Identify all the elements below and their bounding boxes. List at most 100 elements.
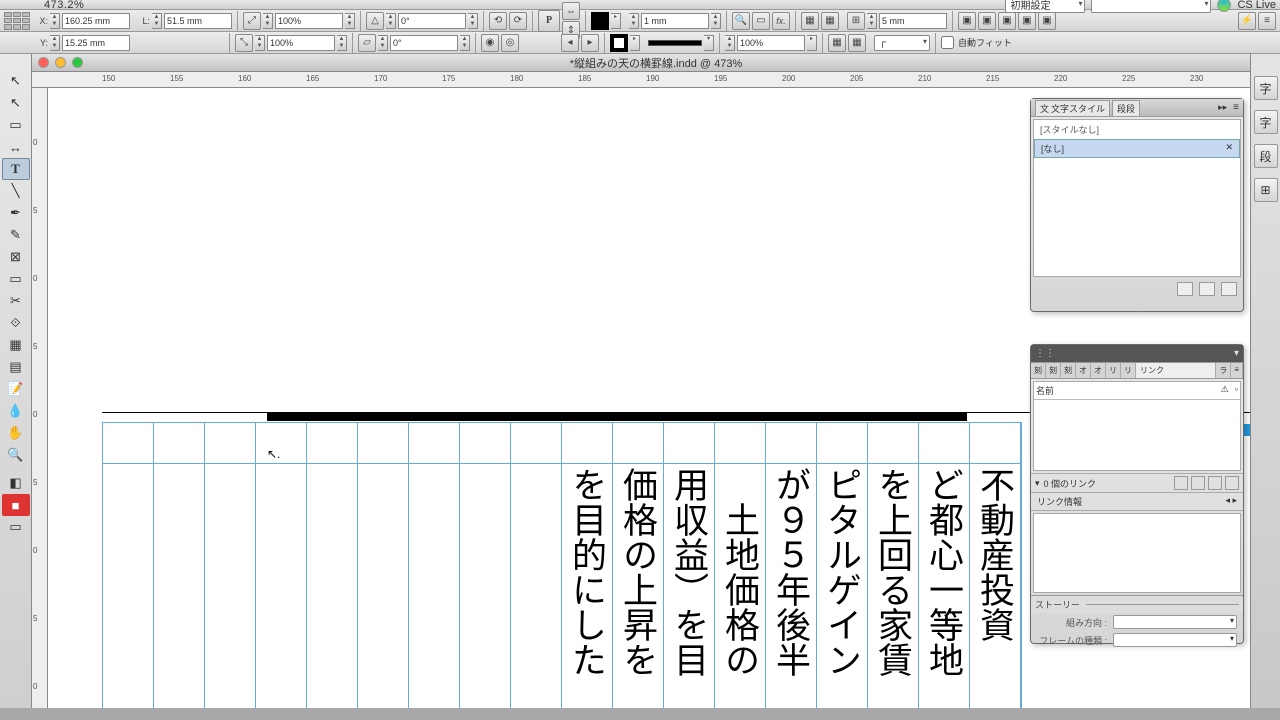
text-column[interactable] — [511, 423, 562, 708]
character-styles-panel[interactable]: 文 文字スタイル 段 段 ▸▸ ≡ [スタイルなし] [なし]✕ — [1030, 98, 1244, 312]
stroke-weight-field[interactable]: 1 mm — [641, 13, 709, 29]
length-field[interactable]: 51.5 mm — [164, 13, 232, 29]
goto-link-icon[interactable] — [1191, 476, 1205, 490]
pencil-tool[interactable]: ✎ — [2, 224, 30, 246]
text-column[interactable] — [205, 423, 256, 708]
select-next-icon[interactable]: ▸ — [581, 34, 599, 52]
search-dropdown[interactable] — [1091, 0, 1211, 13]
rotate-cw-icon[interactable]: ⟳ — [509, 12, 527, 30]
textwrap-shape-icon[interactable]: ▦ — [828, 34, 846, 52]
autofit-checkbox[interactable] — [941, 36, 954, 49]
fill-stroke-swap[interactable]: ◧ — [2, 472, 30, 494]
para-toggle-icon[interactable]: P — [538, 10, 560, 32]
links-tab[interactable]: リンク — [1136, 363, 1216, 378]
mini-tabs[interactable]: 刻刻刻オオリリ リンク ラ ≡ — [1031, 363, 1243, 379]
shear-field[interactable]: 0° — [390, 35, 458, 51]
text-column[interactable]: ピタルゲイン — [817, 423, 868, 708]
view-mode-icon[interactable]: ▭ — [2, 516, 30, 538]
para-panel-tab[interactable]: 段 — [1254, 144, 1278, 168]
text-column[interactable]: 不動産投資 — [970, 423, 1021, 708]
reference-point-grid[interactable] — [4, 12, 30, 30]
panel-collapse-icon[interactable]: ▸▸ — [1218, 102, 1227, 113]
panel-menu-icon[interactable]: ≡ — [1233, 102, 1239, 113]
textwrap-none-icon[interactable]: ▦ — [801, 12, 819, 30]
link-nav-icons[interactable]: ◂ ▸ — [1225, 495, 1237, 508]
fill-swatch[interactable] — [591, 12, 609, 30]
select-content-icon[interactable]: ◉ — [481, 34, 499, 52]
char-styles-tab[interactable]: 文 文字スタイル — [1035, 100, 1110, 116]
preview-icon[interactable]: 🔍 — [732, 12, 750, 30]
center-content-icon[interactable]: ▣ — [998, 12, 1016, 30]
selected-rule-object[interactable] — [267, 413, 967, 421]
rotate-field[interactable]: 0° — [398, 13, 466, 29]
text-column[interactable] — [358, 423, 409, 708]
relink-icon[interactable] — [1174, 476, 1188, 490]
scale-y-field[interactable]: 100% — [267, 35, 335, 51]
links-name-header[interactable]: 名前 — [1036, 384, 1221, 397]
scissors-tool[interactable]: ✂ — [2, 290, 30, 312]
page-tool[interactable]: ▭ — [2, 114, 30, 136]
text-column[interactable] — [409, 423, 460, 708]
gradient-tool[interactable]: ▦ — [2, 334, 30, 356]
quick-apply-icon[interactable]: ⚡ — [1238, 12, 1256, 30]
text-column[interactable]: 用収益）を目 — [664, 423, 715, 708]
frame-type-dropdown[interactable] — [1113, 633, 1237, 647]
panel-grip-icon[interactable]: ⋮⋮ — [1035, 348, 1055, 359]
fit-content-icon[interactable]: ▣ — [958, 12, 976, 30]
selection-tool[interactable]: ↖ — [2, 70, 30, 92]
new-style-icon[interactable] — [1199, 282, 1215, 296]
links-panel[interactable]: ⋮⋮ ▾ 刻刻刻オオリリ リンク ラ ≡ 名前 ⚠ ▫ ▾ 0 個のリンク — [1030, 344, 1244, 644]
cslive-label[interactable]: CS Live — [1237, 0, 1276, 11]
panel-close-icon[interactable]: ▾ — [1234, 348, 1239, 359]
style-none[interactable]: [スタイルなし] — [1034, 120, 1240, 139]
workspace-dropdown[interactable]: 初期設定 — [1005, 0, 1085, 13]
text-column[interactable] — [154, 423, 205, 708]
text-column[interactable]: を目的にした — [562, 423, 613, 708]
y-field[interactable]: 15.25 mm — [62, 35, 130, 51]
flip-h-icon[interactable]: ⇔ — [562, 2, 580, 20]
edit-original-icon[interactable] — [1225, 476, 1239, 490]
rectangle-frame-tool[interactable]: ⊠ — [2, 246, 30, 268]
fit-frame-icon[interactable]: ▣ — [978, 12, 996, 30]
stroke-swatch[interactable] — [610, 34, 628, 52]
scale-x-field[interactable]: 100% — [275, 13, 343, 29]
horizontal-ruler[interactable]: 1501551601651701751801851901952002052102… — [32, 72, 1280, 88]
hand-tool[interactable]: ✋ — [2, 422, 30, 444]
rectangle-tool[interactable]: ▭ — [2, 268, 30, 290]
direct-selection-tool[interactable]: ↖ — [2, 92, 30, 114]
window-controls[interactable] — [38, 57, 83, 68]
fill-frame-icon[interactable]: ▣ — [1038, 12, 1056, 30]
vertical-ruler[interactable]: 050505050 — [32, 88, 48, 708]
select-container-icon[interactable]: ◎ — [501, 34, 519, 52]
text-column[interactable] — [256, 423, 307, 708]
story-direction-dropdown[interactable] — [1113, 615, 1237, 629]
x-field[interactable]: 160.25 mm — [62, 13, 130, 29]
eyedropper-tool[interactable]: 💧 — [2, 400, 30, 422]
new-folder-icon[interactable] — [1177, 282, 1193, 296]
select-prev-icon[interactable]: ◂ — [561, 34, 579, 52]
corner-dropdown[interactable]: ┌ — [874, 35, 930, 51]
delete-style-icon[interactable] — [1221, 282, 1237, 296]
char-panel-tab[interactable]: 字 — [1254, 76, 1278, 100]
opacity-field[interactable]: 100% — [737, 35, 805, 51]
gradient-feather-tool[interactable]: ▤ — [2, 356, 30, 378]
panel-menu-icon[interactable]: ≡ — [1258, 12, 1276, 30]
line-tool[interactable]: ╲ — [2, 180, 30, 202]
textwrap-bbox-icon[interactable]: ▦ — [821, 12, 839, 30]
pen-tool[interactable]: ✒ — [2, 202, 30, 224]
fit-prop-icon[interactable]: ▣ — [1018, 12, 1036, 30]
para-styles-tab[interactable]: 段 段 — [1112, 100, 1140, 116]
vertical-text-frame[interactable]: 不動産投資ど都心一等地を上回る家賃ピタルゲインが９５年後半 土地価格の用収益）を… — [102, 422, 1022, 708]
text-column[interactable] — [307, 423, 358, 708]
note-tool[interactable]: 📝 — [2, 378, 30, 400]
text-column[interactable]: が９５年後半 — [766, 423, 817, 708]
textwrap-jump-icon[interactable]: ▦ — [848, 34, 866, 52]
stroke-style-dropdown[interactable] — [648, 40, 702, 46]
free-transform-tool[interactable]: ⟐ — [2, 312, 30, 334]
update-link-icon[interactable] — [1208, 476, 1222, 490]
text-column[interactable]: を上回る家賃 — [868, 423, 919, 708]
char-style-panel-tab[interactable]: 字 — [1254, 110, 1278, 134]
type-tool[interactable]: T — [2, 158, 30, 180]
text-column[interactable] — [103, 423, 154, 708]
screen-icon[interactable]: ▭ — [752, 12, 770, 30]
